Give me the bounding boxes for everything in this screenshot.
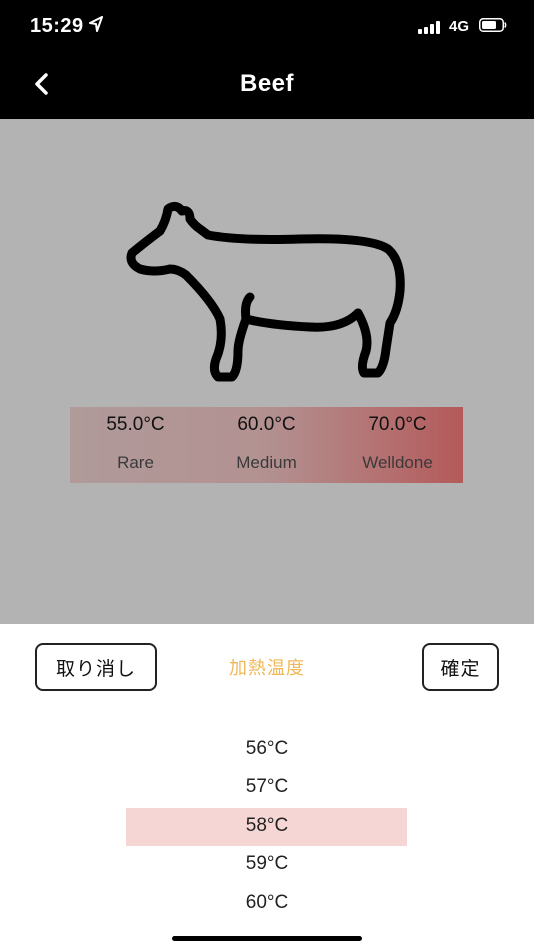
doneness-label: Welldone bbox=[362, 453, 433, 472]
picker-option[interactable]: 60°C bbox=[0, 892, 534, 914]
confirm-button[interactable]: 確定 bbox=[422, 643, 499, 691]
location-arrow-icon bbox=[89, 16, 103, 32]
doneness-label: Rare bbox=[117, 453, 154, 472]
cow-outline-icon bbox=[126, 201, 405, 382]
picker-option[interactable]: 59°C bbox=[0, 853, 534, 875]
doneness-temp: 60.0°C bbox=[237, 414, 296, 435]
doneness-label: Medium bbox=[236, 453, 297, 472]
doneness-welldone: 70.0°C Welldone bbox=[332, 407, 463, 483]
doneness-rare: 55.0°C Rare bbox=[70, 407, 201, 483]
doneness-medium: 60.0°C Medium bbox=[201, 407, 332, 483]
status-bar: 15:29 4G bbox=[0, 0, 534, 50]
temperature-picker-sheet: 取り消し 加熱温度 確定 56°C 57°C 58°C 59°C 60°C bbox=[0, 624, 534, 950]
doneness-scale: 55.0°C Rare 60.0°C Medium 70.0°C Welldon… bbox=[70, 407, 463, 483]
battery-icon bbox=[479, 18, 507, 32]
doneness-temp: 55.0°C bbox=[106, 414, 165, 435]
picker-option[interactable]: 57°C bbox=[0, 776, 534, 798]
nav-bar: Beef bbox=[0, 50, 534, 119]
picker-option-selected[interactable]: 58°C bbox=[0, 815, 534, 837]
network-type: 4G bbox=[449, 18, 470, 35]
picker-option[interactable]: 56°C bbox=[0, 738, 534, 760]
status-time: 15:29 bbox=[30, 15, 84, 37]
page-title: Beef bbox=[239, 70, 295, 97]
doneness-temp: 70.0°C bbox=[368, 414, 427, 435]
hero-panel: 55.0°C Rare 60.0°C Medium 70.0°C Welldon… bbox=[0, 119, 534, 624]
home-indicator[interactable] bbox=[172, 936, 362, 941]
cellular-signal-icon bbox=[418, 21, 442, 34]
